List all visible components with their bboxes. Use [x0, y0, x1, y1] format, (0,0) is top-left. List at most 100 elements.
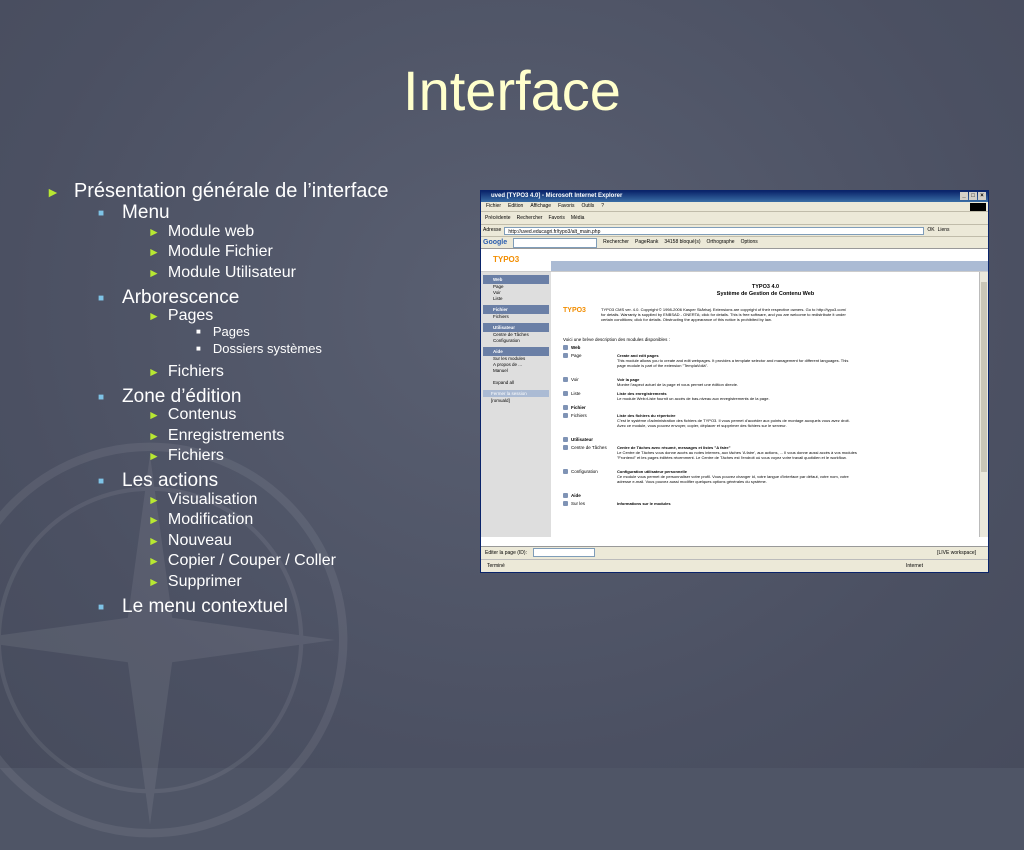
- module-row: Sur les Informations sur le modules: [563, 501, 853, 509]
- module-icon: [563, 469, 568, 474]
- module-name: Web: [563, 345, 613, 350]
- sidebar-module-item: Configuration: [493, 338, 520, 343]
- sidebar-group-header: Web: [483, 275, 549, 284]
- content-heading-version: TYPO3 4.0: [751, 284, 780, 290]
- address-bar: Adresse http://uved.educagri.fr/typo3/al…: [481, 225, 988, 237]
- bullet-icon: ■: [98, 292, 105, 304]
- outline-item-text: Arborescence: [122, 286, 240, 308]
- module-description: Liste des fichiers du répertoire C'est le…: [617, 413, 850, 428]
- browser-menu-item: Edition: [508, 203, 524, 209]
- module-row: Web: [563, 345, 853, 353]
- bullet-icon: ■: [98, 208, 105, 219]
- bullet-icon: ►: [148, 449, 160, 463]
- module-row: Aide: [563, 493, 853, 501]
- outline-item-text: Nouveau: [167, 531, 232, 549]
- bullet-icon: ■: [98, 601, 105, 613]
- module-name: Aide: [563, 493, 613, 498]
- outline-item-level3: ► Modification: [148, 511, 253, 529]
- scrollbar-thumb: [981, 282, 987, 472]
- edit-page-label: Editer la page (ID):: [485, 549, 527, 556]
- logout-button: Fermer la session: [483, 390, 549, 397]
- outline-item-level3: ► Contenus: [148, 406, 236, 424]
- outline-item-level3: ► Fichiers: [148, 363, 224, 381]
- bullet-icon: ■: [98, 476, 105, 487]
- spellcheck-button: Orthographe: [706, 239, 735, 245]
- outline-item-level3: ► Module web: [148, 223, 254, 241]
- google-toolbar: Google Rechercher PageRank 34158 bloqué(…: [481, 237, 988, 249]
- module-name: Utilisateur: [563, 437, 613, 442]
- google-search-button: Rechercher: [603, 239, 629, 245]
- module-row: Page Create and edit pages This module all…: [563, 353, 853, 377]
- outline-item-text: Dossiers systèmes: [212, 341, 322, 356]
- pagerank-label: PageRank: [634, 239, 659, 245]
- outline-item-text: Module Utilisateur: [167, 263, 296, 281]
- bullet-icon: ►: [148, 554, 160, 568]
- outline-item-text: Module web: [167, 222, 255, 240]
- address-label: Adresse: [483, 227, 502, 233]
- module-description: Centre de Tâches avec résumé, messages e…: [617, 445, 857, 460]
- outline-item-level3: ► Nouveau: [148, 532, 232, 550]
- outline-item-text: Les actions: [122, 470, 219, 491]
- security-zone: Internet: [906, 563, 923, 569]
- module-row: Fichiers Liste des fichiers du répertoire…: [563, 413, 853, 437]
- bullet-icon: ►: [148, 364, 160, 379]
- typo3-content-area: TYPO3 4.0 Système de Gestion de Contenu …: [553, 272, 978, 537]
- outline-item-level3: ► Pages: [148, 307, 213, 325]
- outline-item-text: Pages: [167, 307, 214, 324]
- bullet-icon: ►: [46, 184, 60, 200]
- browser-title: uved [TYPO3 4.0] - Microsoft Internet Ex…: [491, 193, 623, 199]
- module-icon: [563, 405, 568, 410]
- outline-item-text: Visualisation: [167, 490, 258, 508]
- outline-item-text: Zone d’édition: [122, 385, 242, 407]
- outline-item-level3: ► Module Fichier: [148, 243, 273, 261]
- outline-item-level3: ► Enregistrements: [148, 427, 284, 445]
- edit-page-input: [532, 548, 595, 557]
- module-icon: [563, 501, 568, 506]
- module-name: Centre de Tâches: [563, 445, 613, 450]
- bullet-icon: ■: [196, 344, 201, 353]
- bullet-icon: ►: [148, 309, 160, 323]
- windows-logo-icon: [970, 203, 986, 211]
- minimize-icon: _: [960, 192, 968, 200]
- content-scrollbar: [979, 272, 988, 537]
- close-icon: ×: [978, 192, 986, 200]
- outline-item-level2: ■ Zone d’édition: [98, 386, 241, 408]
- outline-item-text: Présentation générale de l’interface: [73, 180, 389, 202]
- module-name: Page: [563, 353, 613, 358]
- module-row: Liste Liste des enregistrements Le module …: [563, 391, 853, 405]
- maximize-icon: □: [969, 192, 977, 200]
- browser-window-screenshot: uved [TYPO3 4.0] - Microsoft Internet Ex…: [480, 190, 989, 573]
- typo3-footer: Editer la page (ID): [LIVE workspace]: [481, 546, 988, 558]
- outline-item-level4: ■ Pages: [196, 324, 250, 339]
- module-name: Configuration: [563, 469, 613, 474]
- module-icon: [563, 493, 568, 498]
- outline-item-text: Contenus: [167, 406, 237, 423]
- module-icon: [563, 413, 568, 418]
- bullet-icon: ►: [148, 224, 160, 239]
- outline-item-level3: ► Fichiers: [148, 447, 224, 465]
- outline-item-text: Pages: [212, 324, 250, 339]
- outline-item-text: Le menu contextuel: [122, 595, 288, 617]
- module-icon: [563, 445, 568, 450]
- google-search-input: [513, 237, 598, 248]
- bullet-icon: ►: [148, 245, 160, 259]
- module-icon: [563, 345, 568, 350]
- module-description: Create and edit pages This module allows …: [617, 353, 849, 368]
- google-logo: Google: [483, 239, 508, 246]
- sidebar-group-header: Aide: [483, 347, 549, 356]
- bullet-icon: ►: [148, 408, 160, 422]
- modules-list: Web Page Create and edit pages This module …: [563, 345, 857, 509]
- module-description: Informations sur le modules: [617, 501, 671, 506]
- links-label: Liens: [937, 227, 950, 233]
- copyright-notice: TYPO3 CMS ver. 4.0. Copyright © 1998-200…: [601, 307, 847, 322]
- browser-toolbar-button: Rechercher: [516, 215, 543, 221]
- options-button: Options: [740, 239, 758, 245]
- outline-item-level3: ► Copier / Couper / Coller: [148, 552, 336, 570]
- module-row: Voir Voir la page Montre l'aspect actuel d…: [563, 377, 853, 391]
- module-name: Fichiers: [563, 413, 613, 418]
- bullet-icon: ►: [148, 574, 160, 589]
- typo3-module-menu: Web Page Voir Liste Fichier Fichiers Utilisate…: [481, 272, 551, 537]
- module-description: Configuration utilisateur personnelle Ce …: [617, 469, 849, 484]
- outline-item-text: Fichiers: [167, 447, 224, 464]
- module-icon: [563, 377, 568, 382]
